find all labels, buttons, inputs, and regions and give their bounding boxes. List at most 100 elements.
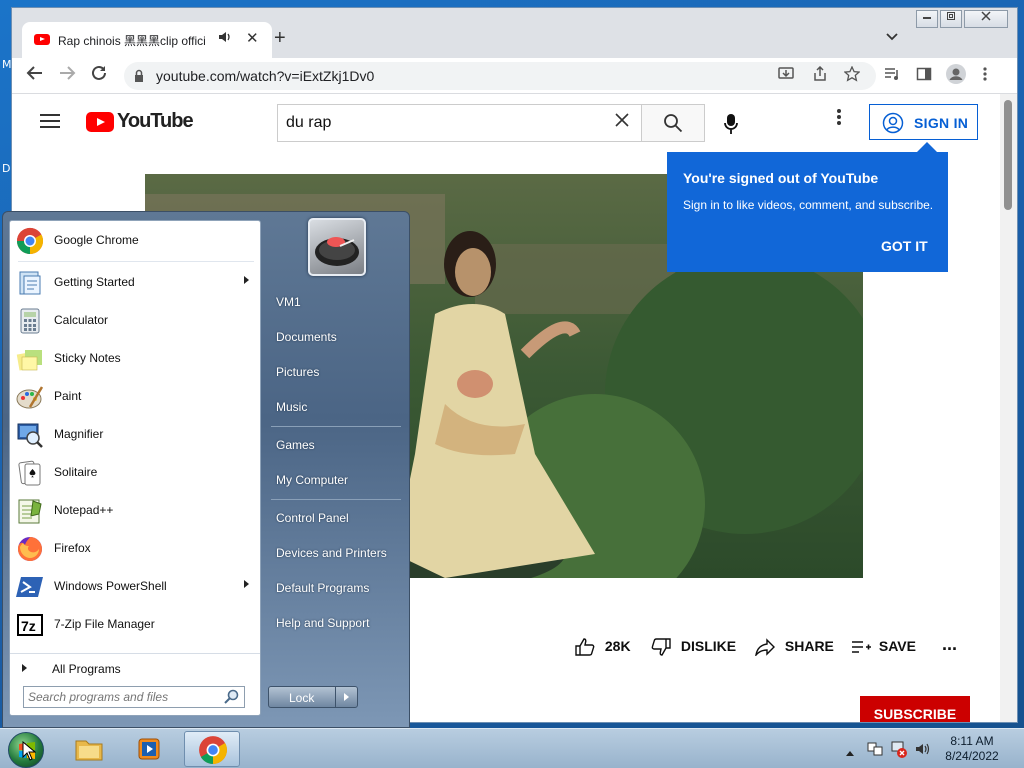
system-clock[interactable]: 8:11 AM 8/24/2022: [940, 734, 1004, 764]
side-panel-icon[interactable]: [916, 66, 932, 86]
close-window-button[interactable]: [964, 10, 1008, 28]
microphone-icon[interactable]: [723, 113, 739, 140]
url-text[interactable]: youtube.com/watch?v=iExtZkj1Dv0: [156, 68, 374, 84]
start-link-control-panel[interactable]: Control Panel: [276, 511, 349, 525]
start-link-default-programs[interactable]: Default Programs: [276, 581, 369, 595]
start-link-games[interactable]: Games: [276, 438, 315, 452]
lock-icon[interactable]: [134, 69, 144, 82]
forward-icon[interactable]: [58, 64, 76, 87]
taskbar-chrome[interactable]: [184, 731, 240, 767]
tab-youtube[interactable]: Rap chinois 黑黑黑clip offici ✕: [22, 22, 272, 58]
minimize-button[interactable]: [916, 10, 938, 28]
search-icon[interactable]: [224, 689, 240, 705]
reload-icon[interactable]: [90, 64, 108, 87]
profile-avatar-icon[interactable]: [946, 64, 966, 88]
user-picture-avatar[interactable]: [308, 218, 366, 276]
share-icon[interactable]: [812, 65, 828, 86]
youtube-header: YouTube du rap SIGN IN: [12, 94, 1000, 150]
tab-strip: Rap chinois 黑黑黑clip offici ✕ +: [12, 8, 1017, 58]
taskbar-media-player[interactable]: [122, 731, 178, 767]
paint-icon: [16, 386, 44, 409]
share-label: SHARE: [784, 638, 834, 654]
maximize-button[interactable]: [940, 10, 962, 28]
search-query[interactable]: du rap: [286, 114, 331, 132]
program-getting-started[interactable]: Getting Started: [10, 265, 260, 301]
program-7zip-file-manager[interactable]: 7z 7-Zip File Manager: [10, 607, 260, 643]
program-windows-powershell[interactable]: Windows PowerShell: [10, 569, 260, 605]
dislike-button[interactable]: DISLIKE: [651, 638, 736, 656]
speaker-icon[interactable]: [218, 30, 232, 47]
submenu-arrow-icon[interactable]: [244, 276, 249, 284]
program-notepadpp[interactable]: Notepad++: [10, 493, 260, 529]
lock-button[interactable]: Lock: [268, 686, 358, 708]
subscribe-button[interactable]: SUBSCRIBE: [860, 696, 970, 722]
taskbar-explorer[interactable]: [62, 731, 118, 767]
save-button[interactable]: SAVE: [851, 638, 916, 656]
start-link-help-support[interactable]: Help and Support: [276, 616, 369, 630]
clear-search-icon[interactable]: [614, 112, 630, 133]
more-actions-icon[interactable]: ...: [942, 634, 957, 655]
hamburger-menu-icon[interactable]: [40, 114, 60, 128]
new-tab-button[interactable]: +: [274, 28, 286, 48]
youtube-logo-icon[interactable]: [86, 112, 114, 132]
start-link-music[interactable]: Music: [276, 400, 307, 414]
action-center-icon[interactable]: [866, 740, 884, 763]
program-label: Magnifier: [54, 427, 104, 441]
turntable-icon: [315, 237, 359, 266]
start-search-box[interactable]: [23, 686, 245, 708]
search-button[interactable]: [641, 104, 705, 142]
thumbs-down-icon: [651, 638, 671, 656]
bookmark-star-icon[interactable]: [843, 65, 861, 86]
show-hidden-icons-icon[interactable]: [846, 743, 854, 761]
powershell-icon: [16, 577, 43, 597]
all-programs-label: All Programs: [52, 662, 121, 676]
like-count: 28K: [604, 638, 631, 654]
7zip-icon: 7z: [17, 614, 43, 636]
program-label: Getting Started: [54, 275, 135, 289]
all-programs-arrow-icon: [22, 664, 27, 672]
program-firefox[interactable]: Firefox: [10, 531, 260, 567]
clock-time: 8:11 AM: [950, 734, 994, 748]
youtube-logo-text[interactable]: YouTube: [117, 110, 194, 133]
address-bar[interactable]: youtube.com/watch?v=iExtZkj1Dv0: [124, 62, 876, 90]
share-button[interactable]: SHARE: [754, 638, 834, 658]
save-label: SAVE: [878, 638, 916, 654]
start-link-devices-printers[interactable]: Devices and Printers: [276, 546, 387, 560]
back-icon[interactable]: [26, 64, 44, 87]
program-google-chrome[interactable]: Google Chrome: [10, 223, 260, 259]
tab-search-chevron-icon[interactable]: [886, 30, 898, 44]
program-label: Paint: [54, 389, 82, 403]
submenu-arrow-icon[interactable]: [244, 580, 249, 588]
media-controls-icon[interactable]: [884, 66, 900, 86]
folder-icon: [75, 740, 103, 761]
tooltip-title: You're signed out of YouTube: [683, 170, 879, 186]
program-paint[interactable]: Paint: [10, 379, 260, 415]
program-magnifier[interactable]: Magnifier: [10, 417, 260, 453]
got-it-button[interactable]: GOT IT: [881, 238, 928, 254]
sign-in-button[interactable]: SIGN IN: [869, 104, 978, 140]
start-link-my-computer[interactable]: My Computer: [276, 473, 348, 487]
start-link-documents[interactable]: Documents: [276, 330, 337, 344]
program-solitaire[interactable]: Solitaire: [10, 455, 260, 491]
taskbar: 8:11 AM 8/24/2022: [0, 728, 1024, 768]
desktop-icon-label[interactable]: D: [2, 162, 10, 175]
start-link-pictures[interactable]: Pictures: [276, 365, 319, 379]
like-button[interactable]: 28K: [575, 638, 631, 656]
desktop-icon-label[interactable]: M: [2, 58, 12, 71]
chrome-menu-icon[interactable]: [982, 66, 988, 86]
page-scrollbar[interactable]: [1000, 94, 1017, 722]
tab-close-icon[interactable]: ✕: [246, 29, 259, 47]
getting-started-icon: [19, 271, 41, 295]
volume-icon[interactable]: [914, 740, 932, 763]
scrollbar-thumb[interactable]: [1004, 100, 1012, 210]
search-input[interactable]: du rap: [277, 104, 641, 142]
install-app-icon[interactable]: [778, 66, 794, 86]
shutdown-options-arrow-icon[interactable]: [344, 693, 349, 701]
network-icon[interactable]: [890, 740, 908, 763]
program-calculator[interactable]: Calculator: [10, 303, 260, 339]
program-sticky-notes[interactable]: Sticky Notes: [10, 341, 260, 377]
start-link-vm1[interactable]: VM1: [276, 295, 301, 309]
start-search-input[interactable]: [28, 689, 218, 705]
all-programs-button[interactable]: All Programs: [10, 653, 260, 683]
more-options-icon[interactable]: [836, 108, 842, 126]
